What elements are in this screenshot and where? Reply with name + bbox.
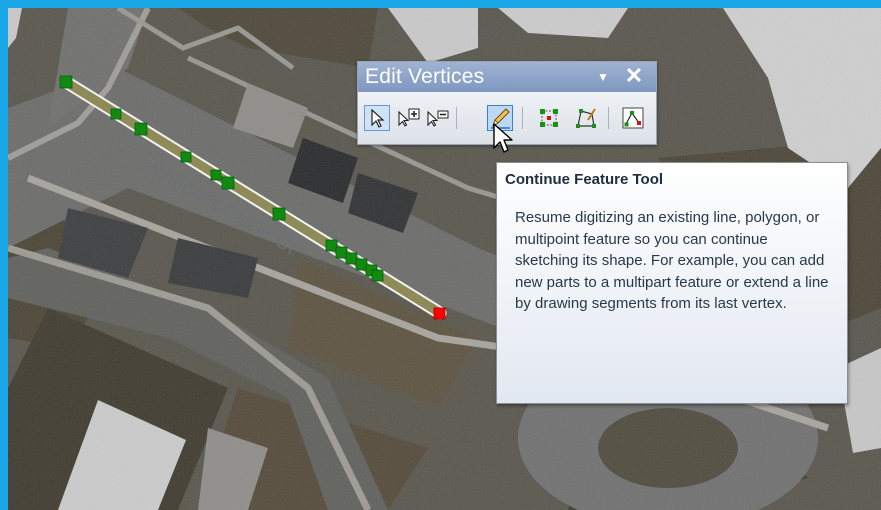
reshape-icon [576, 108, 596, 128]
toolbar-titlebar[interactable]: Edit Vertices ▼ ✕ [358, 62, 656, 92]
tool-tooltip: Continue Feature Tool Resume digitizing … [496, 162, 848, 404]
slide-frame: Winners Circle Ct Edit Vertices ▼ ✕ Cont… [0, 0, 881, 510]
toolbar-separator [456, 107, 457, 129]
chevron-down-icon: ▼ [597, 70, 609, 84]
sketch-properties-icon [622, 107, 644, 129]
pointer-arrow-icon [371, 108, 385, 128]
sketch-properties-button[interactable] [620, 105, 646, 131]
delete-vertex-button[interactable] [424, 105, 450, 131]
toolbar-title: Edit Vertices [365, 65, 485, 88]
vertex-box-icon [540, 109, 558, 127]
reshape-feature-button[interactable] [573, 105, 599, 131]
add-vertex-button[interactable] [395, 105, 421, 131]
tooltip-title: Continue Feature Tool [505, 171, 664, 188]
edit-tool-button[interactable] [364, 105, 390, 131]
toolbar-separator [608, 107, 609, 129]
mouse-cursor-icon [493, 123, 513, 153]
delete-vertex-icon [427, 110, 449, 127]
modify-selection-button[interactable] [536, 105, 562, 131]
toolbar-close-button[interactable]: ✕ [623, 64, 645, 88]
last-vertex-marker[interactable] [433, 307, 446, 320]
tooltip-body: Resume digitizing an existing line, poly… [515, 209, 829, 312]
add-vertex-icon [398, 108, 420, 127]
toolbar-menu-button[interactable]: ▼ [596, 70, 610, 84]
toolbar-separator [522, 107, 523, 129]
close-icon: ✕ [624, 63, 644, 88]
